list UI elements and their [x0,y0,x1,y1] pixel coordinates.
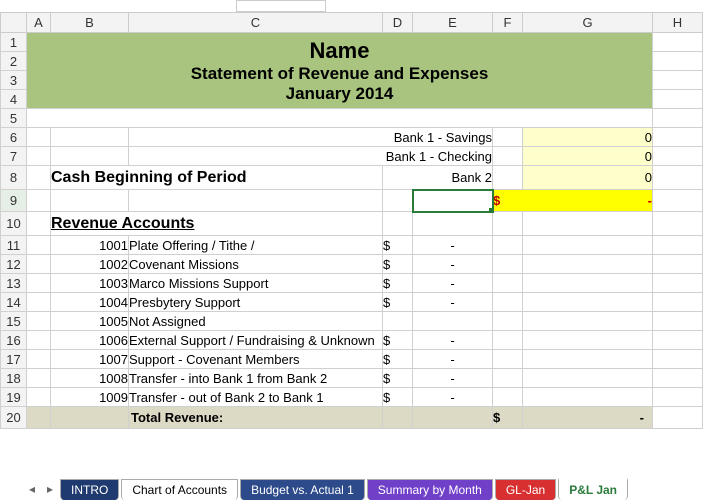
tab-coa[interactable]: Chart of Accounts [121,479,238,500]
cash-sum-symbol: $ [493,190,523,212]
amt-val[interactable]: - [413,236,493,255]
amt-sym: $ [383,255,413,274]
acct-name: Covenant Missions [129,255,383,274]
col-A[interactable]: A [27,13,51,33]
spreadsheet-grid[interactable]: A B C D E F G H 1 Name Statement of Reve… [0,12,703,429]
formula-bar-fragment[interactable] [236,0,326,12]
acct-name: Support - Covenant Members [129,350,383,369]
acct-name: Presbytery Support [129,293,383,312]
bank-value-0[interactable]: 0 [523,128,653,147]
amt-val[interactable]: - [413,350,493,369]
amt-sym: $ [383,369,413,388]
row-12[interactable]: 12 [1,255,27,274]
page-title-stmt: Statement of Revenue and Expenses [27,64,652,84]
col-E[interactable]: E [413,13,493,33]
bank-label-2: Bank 2 [383,166,493,190]
row-10[interactable]: 10 [1,212,27,236]
total-revenue-val: - [523,407,653,429]
amt-val[interactable]: - [413,369,493,388]
col-H[interactable]: H [653,13,703,33]
page-title-period: January 2014 [27,84,652,104]
acct-num: 1007 [51,350,129,369]
bank-label-0: Bank 1 - Savings [129,128,493,147]
tab-nav-next-icon[interactable]: ▸ [42,481,58,497]
row-7[interactable]: 7 [1,147,27,166]
tab-sbm[interactable]: Summary by Month [367,479,493,500]
row-6[interactable]: 6 [1,128,27,147]
page-title-name: Name [27,38,652,64]
bank-label-1: Bank 1 - Checking [129,147,493,166]
amt-val[interactable]: - [413,255,493,274]
amt-val[interactable]: - [413,388,493,407]
total-revenue-label: Total Revenue: [129,407,383,429]
amt-sym: $ [383,350,413,369]
acct-name: Transfer - into Bank 1 from Bank 2 [129,369,383,388]
acct-name: Marco Missions Support [129,274,383,293]
amt-val[interactable]: - [413,274,493,293]
bank-value-2[interactable]: 0 [523,166,653,190]
tab-bva[interactable]: Budget vs. Actual 1 [240,479,365,500]
row-4[interactable]: 4 [1,90,27,109]
row-5[interactable]: 5 [1,109,27,128]
amt-sym: $ [383,293,413,312]
tab-intro[interactable]: INTRO [60,479,119,500]
acct-num: 1005 [51,312,129,331]
tab-pljan[interactable]: P&L Jan [558,478,628,500]
acct-name: Transfer - out of Bank 2 to Bank 1 [129,388,383,407]
row-20[interactable]: 20 [1,407,27,429]
column-header-row[interactable]: A B C D E F G H [1,13,703,33]
sheet-tabs: ◂ ▸ INTRO Chart of Accounts Budget vs. A… [0,478,723,500]
row-19[interactable]: 19 [1,388,27,407]
cash-sum-value: - [523,190,653,212]
row-1[interactable]: 1 [1,33,27,52]
row-16[interactable]: 16 [1,331,27,350]
revenue-header: Revenue Accounts [51,212,383,236]
row-14[interactable]: 14 [1,293,27,312]
tab-gljan[interactable]: GL-Jan [495,479,556,500]
acct-num: 1004 [51,293,129,312]
amt-sym: $ [383,236,413,255]
row-11[interactable]: 11 [1,236,27,255]
selected-cell[interactable] [413,190,493,212]
fill-handle[interactable] [489,208,493,212]
total-revenue-sym: $ [493,407,523,429]
bank-value-1[interactable]: 0 [523,147,653,166]
acct-name: Not Assigned [129,312,383,331]
row-2[interactable]: 2 [1,52,27,71]
cash-beginning-label: Cash Beginning of Period [51,166,383,190]
col-D[interactable]: D [383,13,413,33]
amt-val[interactable]: - [413,331,493,350]
row-8[interactable]: 8 [1,166,27,190]
row-15[interactable]: 15 [1,312,27,331]
amt-sym: $ [383,331,413,350]
acct-num: 1002 [51,255,129,274]
acct-num: 1008 [51,369,129,388]
col-B[interactable]: B [51,13,129,33]
acct-num: 1001 [51,236,129,255]
row-13[interactable]: 13 [1,274,27,293]
row-3[interactable]: 3 [1,71,27,90]
amt-val[interactable]: - [413,293,493,312]
acct-num: 1003 [51,274,129,293]
acct-num: 1006 [51,331,129,350]
row-9[interactable]: 9 [1,190,27,212]
acct-name: Plate Offering / Tithe / [129,236,383,255]
col-G[interactable]: G [523,13,653,33]
acct-num: 1009 [51,388,129,407]
row-18[interactable]: 18 [1,369,27,388]
acct-name: External Support / Fundraising & Unknown [129,331,383,350]
col-F[interactable]: F [493,13,523,33]
amt-sym: $ [383,388,413,407]
amt-sym: $ [383,274,413,293]
tab-nav-prev-icon[interactable]: ◂ [24,481,40,497]
col-C[interactable]: C [129,13,383,33]
row-17[interactable]: 17 [1,350,27,369]
